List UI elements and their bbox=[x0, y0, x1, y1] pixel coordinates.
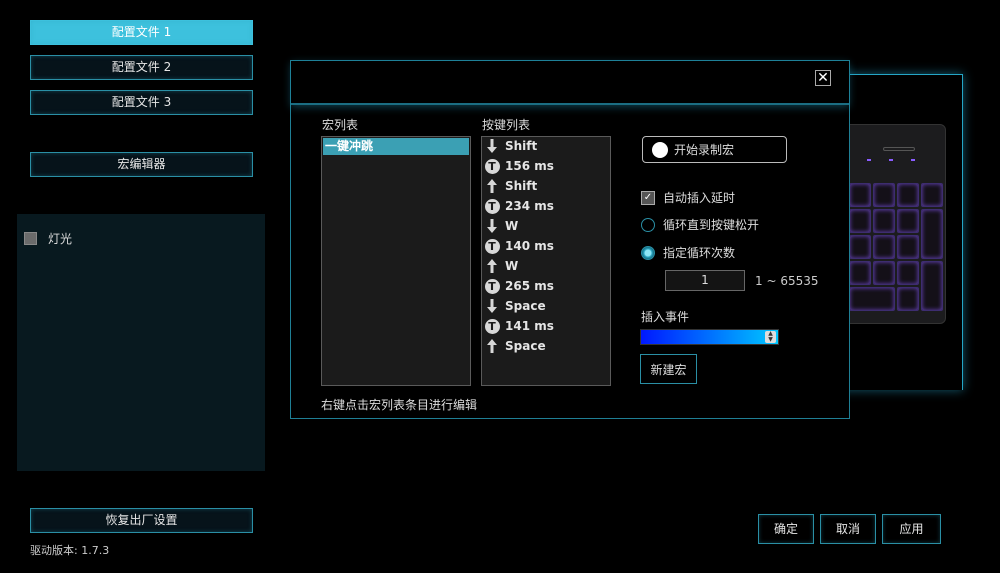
profile-3-button[interactable]: 配置文件 3 bbox=[30, 90, 253, 115]
spinner-arrows-icon: ▲ ▼ bbox=[765, 331, 776, 343]
key-list-item-label: W bbox=[505, 259, 519, 273]
macro-editor-dialog: ✕ 宏列表 一键冲跳 按键列表 Shift T 156 ms Shift T 234 ms… bbox=[290, 60, 850, 419]
arrow-up-icon bbox=[484, 178, 500, 194]
loop-count-input[interactable]: 1 bbox=[665, 270, 745, 291]
key-list-item-label: 265 ms bbox=[505, 279, 554, 293]
lighting-label: 灯光 bbox=[48, 232, 73, 246]
key-list-item[interactable]: Space bbox=[484, 296, 546, 316]
key-list-label: 按键列表 bbox=[482, 118, 531, 132]
delay-t-icon: T bbox=[484, 278, 500, 294]
keycap bbox=[897, 183, 919, 207]
led-icon bbox=[889, 159, 893, 161]
key-list-item-label: 140 ms bbox=[505, 239, 554, 253]
arrow-down-icon bbox=[484, 138, 500, 154]
auto-delay-checkbox[interactable]: ✓ bbox=[641, 190, 655, 205]
keycap bbox=[849, 287, 895, 311]
key-list-item-label: 234 ms bbox=[505, 199, 554, 213]
record-circle-icon bbox=[652, 141, 668, 158]
keycap bbox=[921, 209, 943, 259]
start-recording-label: 开始录制宏 bbox=[674, 143, 735, 157]
profile-1-button[interactable]: 配置文件 1 bbox=[30, 20, 253, 45]
led-icon bbox=[911, 159, 915, 161]
cancel-button[interactable]: 取消 bbox=[820, 514, 876, 544]
key-list-item[interactable]: T 265 ms bbox=[484, 276, 554, 296]
key-list-item-label: 156 ms bbox=[505, 159, 554, 173]
keycap bbox=[849, 183, 871, 207]
key-list-item-label: 141 ms bbox=[505, 319, 554, 333]
macro-list-item[interactable]: 一键冲跳 bbox=[323, 138, 469, 155]
driver-version: 驱动版本: 1.7.3 bbox=[30, 544, 110, 557]
apply-button[interactable]: 应用 bbox=[882, 514, 941, 544]
auto-delay-label: 自动插入延时 bbox=[663, 191, 736, 205]
loop-count-label: 指定循环次数 bbox=[663, 246, 736, 260]
loop-until-release-option[interactable]: 循环直到按键松开 bbox=[641, 216, 759, 233]
lighting-checkbox[interactable] bbox=[24, 232, 37, 245]
key-list-item[interactable]: Shift bbox=[484, 136, 537, 156]
macro-list[interactable]: 一键冲跳 bbox=[321, 136, 471, 386]
key-list-item[interactable]: T 141 ms bbox=[484, 316, 554, 336]
ok-button[interactable]: 确定 bbox=[758, 514, 814, 544]
loop-until-release-radio[interactable] bbox=[641, 217, 655, 232]
keycap bbox=[873, 235, 895, 259]
macro-list-label: 宏列表 bbox=[322, 118, 359, 132]
key-list-item[interactable]: T 156 ms bbox=[484, 156, 554, 176]
key-list-item-label: Space bbox=[505, 299, 546, 313]
close-icon[interactable]: ✕ bbox=[815, 70, 831, 86]
arrow-up-icon bbox=[484, 258, 500, 274]
delay-t-icon: T bbox=[484, 238, 500, 254]
keyboard-indicator bbox=[883, 147, 915, 151]
macro-editor-button[interactable]: 宏编辑器 bbox=[30, 152, 253, 177]
keycap bbox=[921, 183, 943, 207]
key-list-item-label: Space bbox=[505, 339, 546, 353]
led-icon bbox=[867, 159, 871, 161]
start-recording-button[interactable]: 开始录制宏 bbox=[642, 136, 787, 163]
keycap bbox=[897, 261, 919, 285]
factory-reset-button[interactable]: 恢复出厂设置 bbox=[30, 508, 253, 533]
delay-t-icon: T bbox=[484, 158, 500, 174]
key-list-item[interactable]: T 140 ms bbox=[484, 236, 554, 256]
arrow-down-icon bbox=[484, 218, 500, 234]
arrow-down-icon bbox=[484, 298, 500, 314]
loop-count-option[interactable]: 指定循环次数 bbox=[641, 244, 735, 261]
key-list-item-label: Shift bbox=[505, 139, 538, 153]
new-macro-button[interactable]: 新建宏 bbox=[640, 354, 697, 384]
key-list-item-label: W bbox=[505, 219, 519, 233]
key-list-item[interactable]: Space bbox=[484, 336, 546, 356]
loop-until-release-label: 循环直到按键松开 bbox=[663, 218, 760, 232]
keycap bbox=[849, 261, 871, 285]
delay-t-icon: T bbox=[484, 198, 500, 214]
arrow-up-icon bbox=[484, 338, 500, 354]
profile-2-button[interactable]: 配置文件 2 bbox=[30, 55, 253, 80]
key-list-item[interactable]: Shift bbox=[484, 176, 537, 196]
keycap bbox=[849, 209, 871, 233]
keycap bbox=[897, 287, 919, 311]
delay-t-icon: T bbox=[484, 318, 500, 334]
key-list-item[interactable]: T 234 ms bbox=[484, 196, 554, 216]
loop-count-radio[interactable] bbox=[641, 245, 655, 260]
keycap bbox=[897, 209, 919, 233]
keycap bbox=[849, 235, 871, 259]
key-list-item-label: Shift bbox=[505, 179, 538, 193]
key-list-item[interactable]: W bbox=[484, 216, 518, 236]
key-list[interactable]: Shift T 156 ms Shift T 234 ms W T 140 ms W T 265 ms… bbox=[481, 136, 611, 386]
insert-event-label: 插入事件 bbox=[641, 310, 690, 324]
lighting-panel: 灯光 bbox=[17, 214, 265, 471]
keycap bbox=[897, 235, 919, 259]
insert-event-select[interactable]: ▲ ▼ bbox=[640, 329, 779, 345]
edit-hint: 右键点击宏列表条目进行编辑 bbox=[321, 398, 478, 412]
loop-range-text: 1 ~ 65535 bbox=[755, 274, 819, 288]
keycap bbox=[873, 183, 895, 207]
keycap bbox=[873, 209, 895, 233]
auto-delay-option[interactable]: ✓ 自动插入延时 bbox=[641, 189, 735, 206]
keycap bbox=[921, 261, 943, 311]
dialog-title-bar bbox=[291, 61, 849, 105]
keyboard-image bbox=[836, 124, 946, 324]
keycap bbox=[873, 261, 895, 285]
key-list-item[interactable]: W bbox=[484, 256, 518, 276]
